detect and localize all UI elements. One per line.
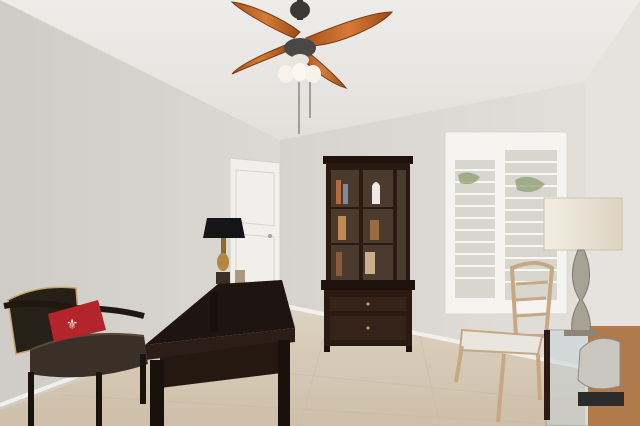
curio-cabinet bbox=[321, 156, 415, 352]
svg-text:⚜: ⚜ bbox=[66, 317, 79, 333]
decor-sculpture bbox=[577, 337, 624, 406]
figurine bbox=[235, 270, 245, 284]
room-photo: ⚜ bbox=[0, 0, 640, 426]
room-illustration: ⚜ bbox=[0, 0, 640, 426]
